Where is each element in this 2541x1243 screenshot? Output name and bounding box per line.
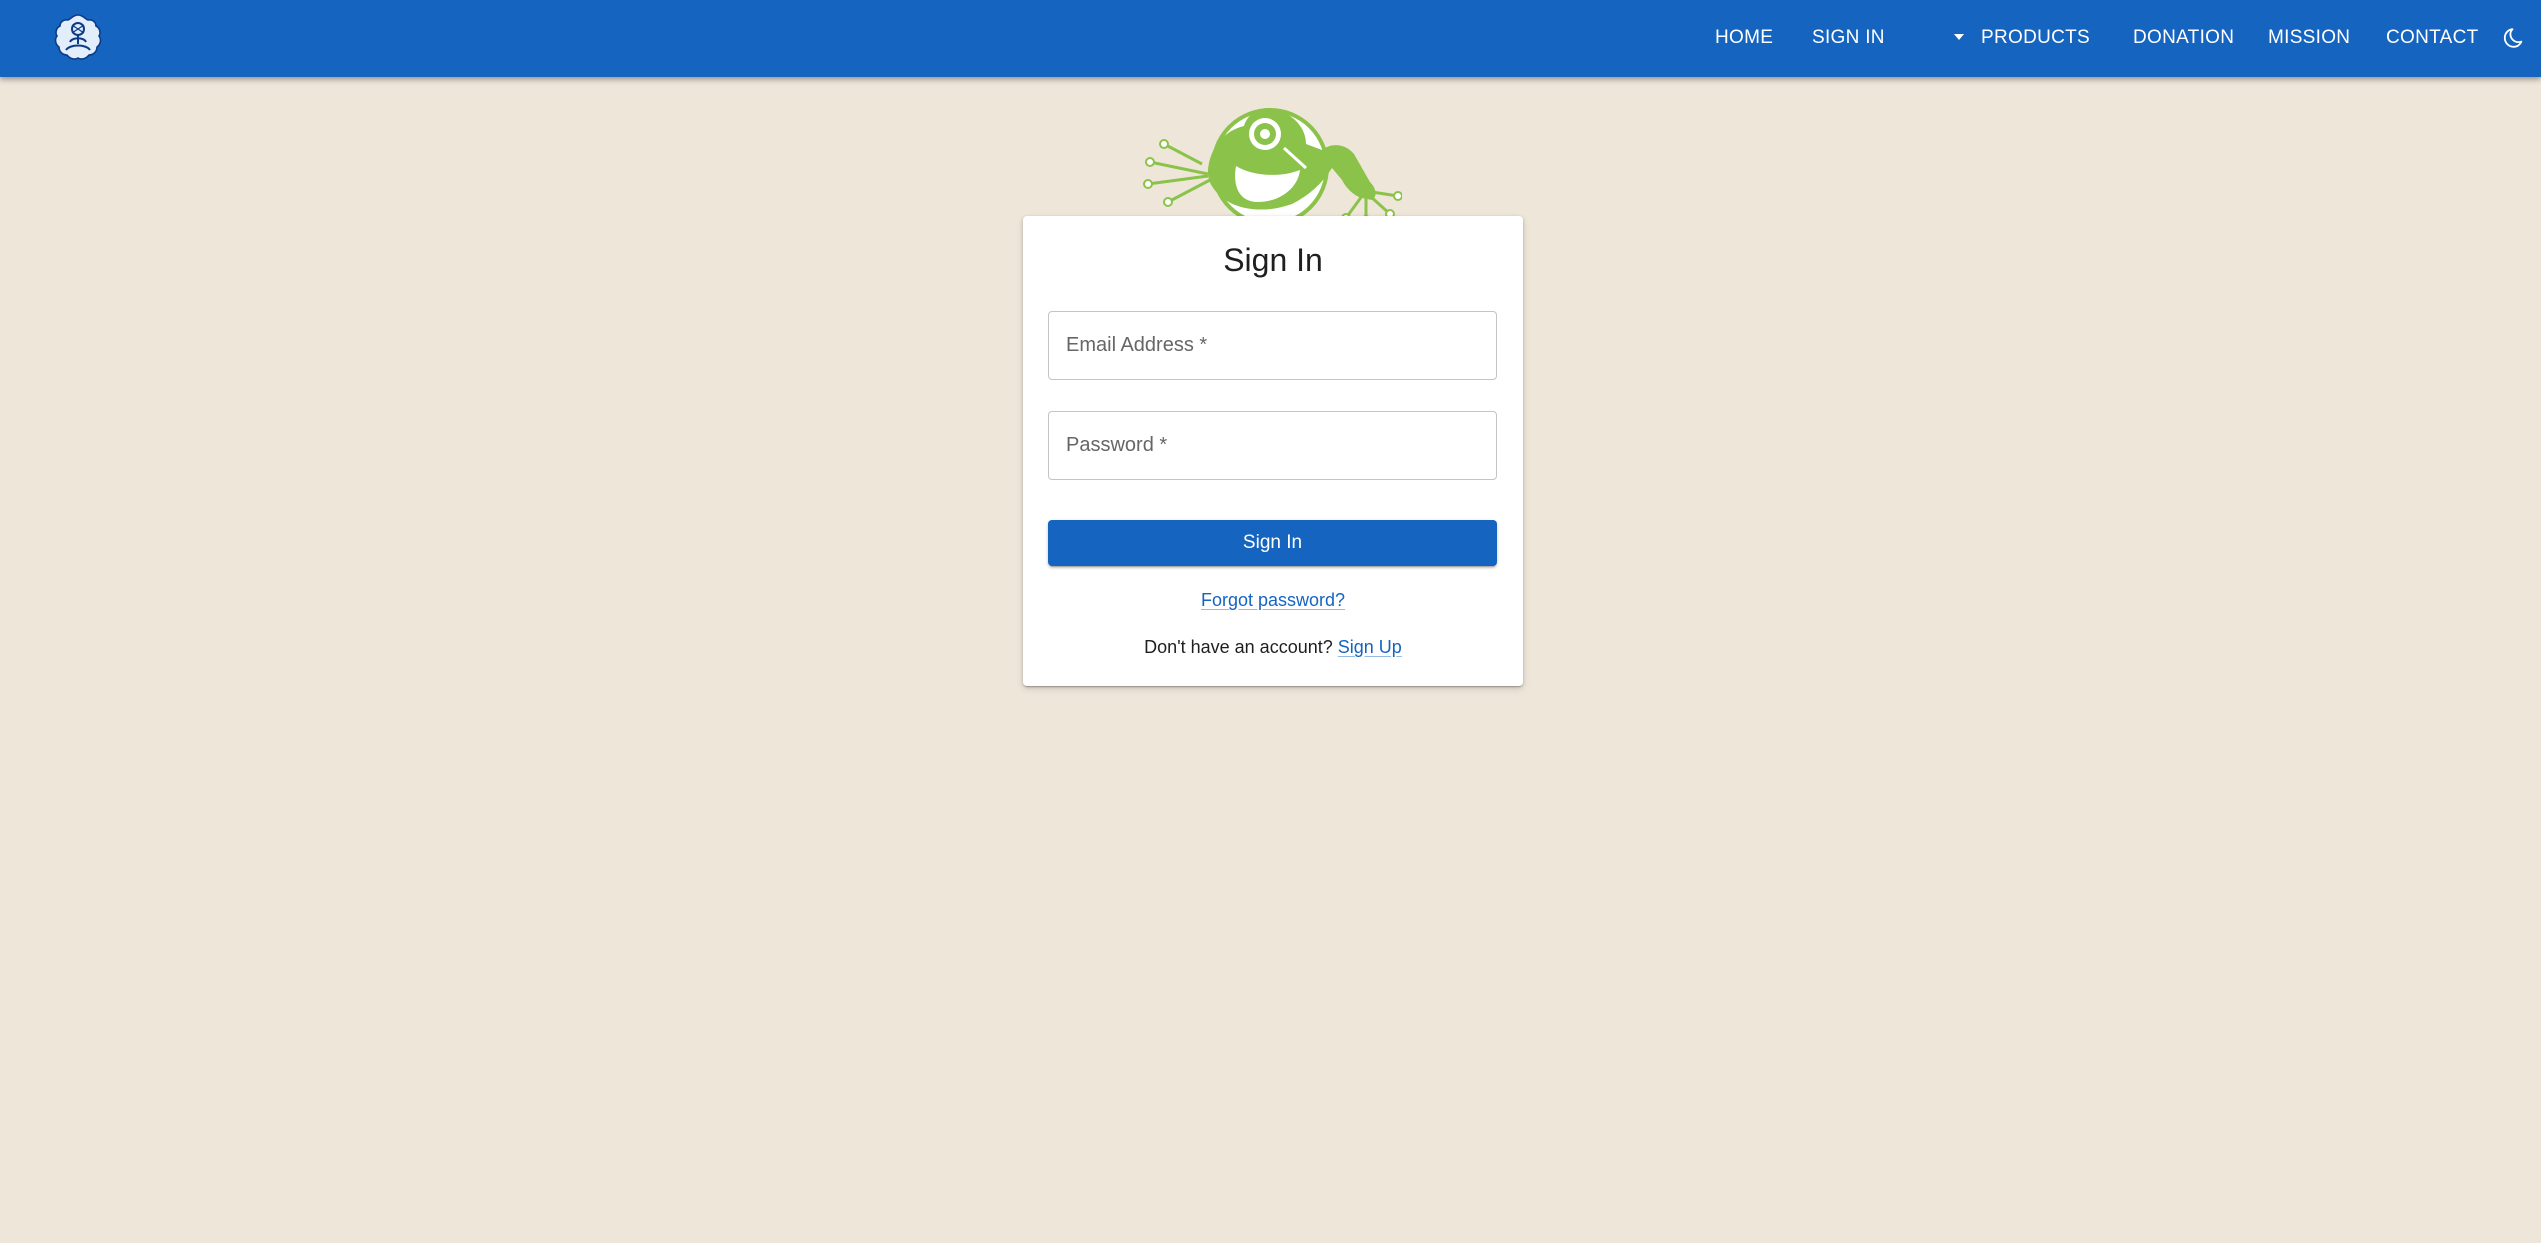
password-input[interactable]	[1049, 412, 1496, 479]
frog-mascot-icon	[1143, 107, 1402, 224]
password-field[interactable]	[1048, 411, 1497, 480]
nav-products[interactable]: PRODUCTS	[1981, 0, 2090, 77]
email-input[interactable]	[1049, 312, 1496, 379]
nav-donation[interactable]: DONATION	[2133, 0, 2234, 77]
nav-mission[interactable]: MISSION	[2268, 0, 2350, 77]
sign-in-card: Sign In Sign In Forgot password? Don't h…	[1023, 216, 1523, 686]
signup-row: Don't have an account? Sign Up	[1023, 637, 1523, 658]
no-account-text: Don't have an account?	[1144, 637, 1333, 657]
app-bar: HOME SIGN IN PRODUCTS DONATION MISSION C…	[0, 0, 2541, 77]
nav-home[interactable]: HOME	[1715, 0, 1773, 77]
dark-mode-moon-icon[interactable]	[2500, 26, 2524, 50]
email-field[interactable]	[1048, 311, 1497, 380]
arrow-drop-down-icon[interactable]	[1954, 34, 1964, 40]
nav-sign-in[interactable]: SIGN IN	[1812, 0, 1885, 77]
sign-up-link[interactable]: Sign Up	[1338, 637, 1402, 657]
forgot-password-row: Forgot password?	[1023, 590, 1523, 611]
brand-logo-icon[interactable]	[52, 12, 104, 64]
sign-in-button[interactable]: Sign In	[1048, 520, 1497, 566]
nav-contact[interactable]: CONTACT	[2386, 0, 2479, 77]
sign-in-title: Sign In	[1223, 242, 1323, 278]
forgot-password-link[interactable]: Forgot password?	[1201, 590, 1345, 610]
